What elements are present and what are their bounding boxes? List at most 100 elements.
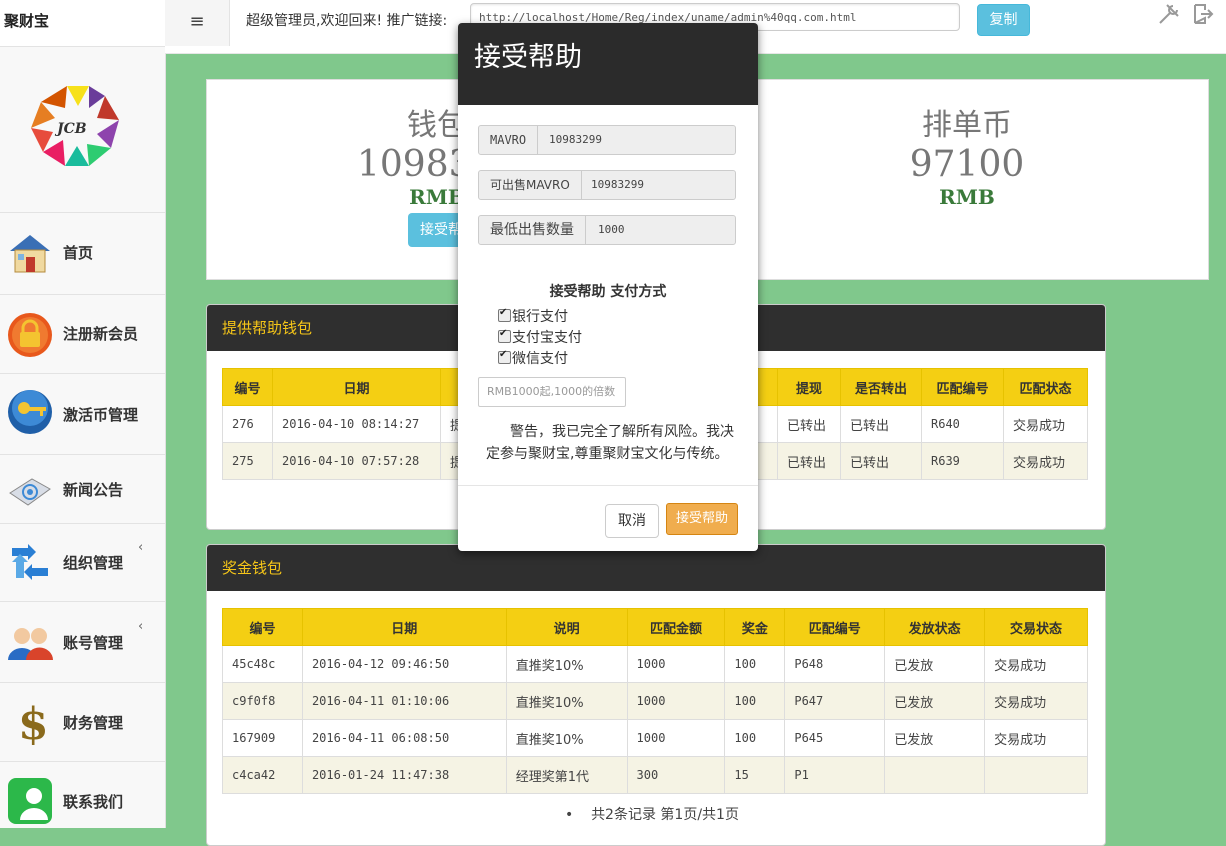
cell: P648 — [784, 645, 886, 683]
payment-method-title: 接受帮助 支付方式 — [549, 284, 667, 300]
cell: 100 — [724, 682, 786, 720]
hamburger-icon: ≡ — [189, 11, 205, 32]
queue-title: 排单币 — [922, 108, 1012, 143]
sidebar-item-news[interactable]: 新闻公告 — [0, 455, 165, 524]
cell: 300 — [626, 756, 726, 794]
news-icon — [9, 478, 51, 506]
cell: 2016-04-12 09:46:50 — [301, 645, 507, 683]
chevron-left-icon: ‹ — [138, 540, 144, 555]
queue-stat: 排单币 97100 RMB — [867, 100, 1067, 209]
sidebar-item-label: 注册新会员 — [63, 325, 139, 343]
cell: 100 — [724, 719, 786, 757]
table-row: c9f0f8 2016-04-11 01:10:06 直推奖10% 1000 100 P6… — [222, 682, 1088, 720]
cancel-button[interactable]: 取消 — [605, 504, 659, 538]
sidebar-item-organization[interactable]: 组织管理 ‹ — [0, 524, 165, 602]
users-icon — [8, 628, 53, 660]
cell: c4ca42 — [222, 756, 303, 794]
welcome-text: 超级管理员,欢迎回来! 推广链接: — [246, 13, 448, 29]
cell: 交易成功 — [1003, 405, 1088, 443]
checkbox-label: 银行支付 — [512, 309, 568, 325]
cell: P645 — [784, 719, 886, 757]
checkbox-checked-icon — [498, 307, 511, 322]
field-label: 最低出售数量 — [479, 216, 586, 244]
sidebar-item-label: 首页 — [63, 244, 94, 262]
copy-button[interactable]: 复制 — [977, 4, 1030, 36]
chevron-left-icon: ‹ — [138, 619, 144, 634]
svg-text:$: $ — [18, 699, 49, 745]
field-label: MAVRO — [479, 126, 539, 154]
sidebar: 聚财宝 JCB 首页 注册新会员 激活币管理 新闻公告 组织管理 ‹ 账号管理 … — [0, 0, 166, 828]
cell: 275 — [222, 442, 273, 480]
alipay-checkbox[interactable]: 支付宝支付 — [498, 327, 582, 347]
brand[interactable]: 聚财宝 — [0, 0, 165, 47]
queue-value: 97100 — [909, 144, 1025, 185]
sidebar-item-home[interactable]: 首页 — [0, 213, 165, 295]
cell: 已发放 — [884, 645, 986, 683]
checkbox-checked-icon — [498, 328, 511, 343]
sidebar-item-finance[interactable]: $ 财务管理 — [0, 683, 165, 762]
column-header: 发放状态 — [884, 608, 986, 646]
wechat-pay-checkbox[interactable]: 微信支付 — [498, 348, 568, 368]
cell: 2016-04-10 07:57:28 — [272, 442, 441, 480]
cell: 已转出 — [840, 442, 922, 480]
min-sell-field: 最低出售数量 1000 — [478, 215, 736, 245]
sidebar-item-contact[interactable]: 联系我们 — [0, 762, 165, 828]
brand-name: 聚财宝 — [4, 12, 50, 30]
cell: 45c48c — [222, 645, 303, 683]
cell: 2016-04-11 06:08:50 — [301, 719, 507, 757]
amount-input[interactable]: RMB1000起,1000的倍数 — [478, 377, 626, 407]
sidebar-item-accounts[interactable]: 账号管理 ‹ — [0, 602, 165, 683]
sidebar-item-label: 财务管理 — [63, 714, 124, 732]
menu-toggle-button[interactable]: ≡ — [165, 0, 230, 46]
sidebar-item-activation[interactable]: 激活币管理 — [0, 374, 165, 455]
cell: 经理奖第1代 — [505, 756, 628, 794]
column-header: 日期 — [272, 368, 441, 406]
cell: 直推奖10% — [505, 682, 628, 720]
table-header-row: 编号 日期 说明 匹配金额 奖金 匹配编号 发放状态 交易状态 — [222, 608, 1088, 646]
cell: 2016-04-11 01:10:06 — [301, 682, 507, 720]
cell: 已转出 — [777, 442, 841, 480]
bank-pay-checkbox[interactable]: 银行支付 — [498, 306, 568, 326]
sidebar-item-label: 激活币管理 — [63, 406, 139, 424]
logout-icon[interactable] — [1191, 2, 1215, 26]
dollar-icon: $ — [18, 699, 49, 745]
checkbox-label: 微信支付 — [512, 351, 568, 367]
column-header: 奖金 — [724, 608, 786, 646]
modal-footer: 取消 接受帮助 — [458, 485, 758, 551]
cell — [984, 756, 1088, 794]
column-header: 匹配编号 — [921, 368, 1004, 406]
lock-icon — [8, 313, 52, 357]
logo-text: JCB — [54, 121, 87, 137]
cell: 1000 — [626, 682, 726, 720]
cell: 交易成功 — [984, 645, 1088, 683]
logo: JCB — [0, 54, 165, 213]
cell: P647 — [784, 682, 886, 720]
cell: 15 — [724, 756, 786, 794]
cell: R639 — [921, 442, 1004, 480]
key-icon — [8, 390, 52, 434]
jcb-logo-icon: JCB — [31, 86, 119, 166]
column-header: 说明 — [505, 608, 628, 646]
bonus-wallet-panel: 奖金钱包 编号 日期 说明 匹配金额 奖金 匹配编号 发放状态 交易状态 45c… — [206, 544, 1106, 846]
sidebar-item-register[interactable]: 注册新会员 — [0, 295, 165, 374]
cell: 276 — [222, 405, 273, 443]
checkbox-checked-icon — [498, 349, 511, 364]
cell: 交易成功 — [1003, 442, 1088, 480]
cell — [884, 756, 986, 794]
cell: 167909 — [222, 719, 303, 757]
pagination: • 共2条记录 第1页/共1页 — [565, 807, 739, 823]
queue-unit: RMB — [939, 185, 995, 209]
confirm-accept-help-button[interactable]: 接受帮助 — [666, 503, 738, 535]
field-value: 1000 — [598, 223, 625, 236]
cell: P1 — [784, 756, 886, 794]
checkbox-label: 支付宝支付 — [512, 330, 582, 346]
field-value: 10983299 — [549, 133, 602, 146]
field-label: 可出售MAVRO — [479, 171, 582, 199]
tools-icon[interactable] — [1157, 2, 1181, 26]
cell: 已转出 — [840, 405, 922, 443]
pagination-text: 共2条记录 第1页/共1页 — [591, 807, 739, 823]
table-row: 45c48c 2016-04-12 09:46:50 直推奖10% 1000 100 P6… — [222, 645, 1088, 683]
cell: 100 — [724, 645, 786, 683]
sidebar-item-label: 联系我们 — [63, 793, 124, 811]
cell: 直推奖10% — [505, 645, 628, 683]
